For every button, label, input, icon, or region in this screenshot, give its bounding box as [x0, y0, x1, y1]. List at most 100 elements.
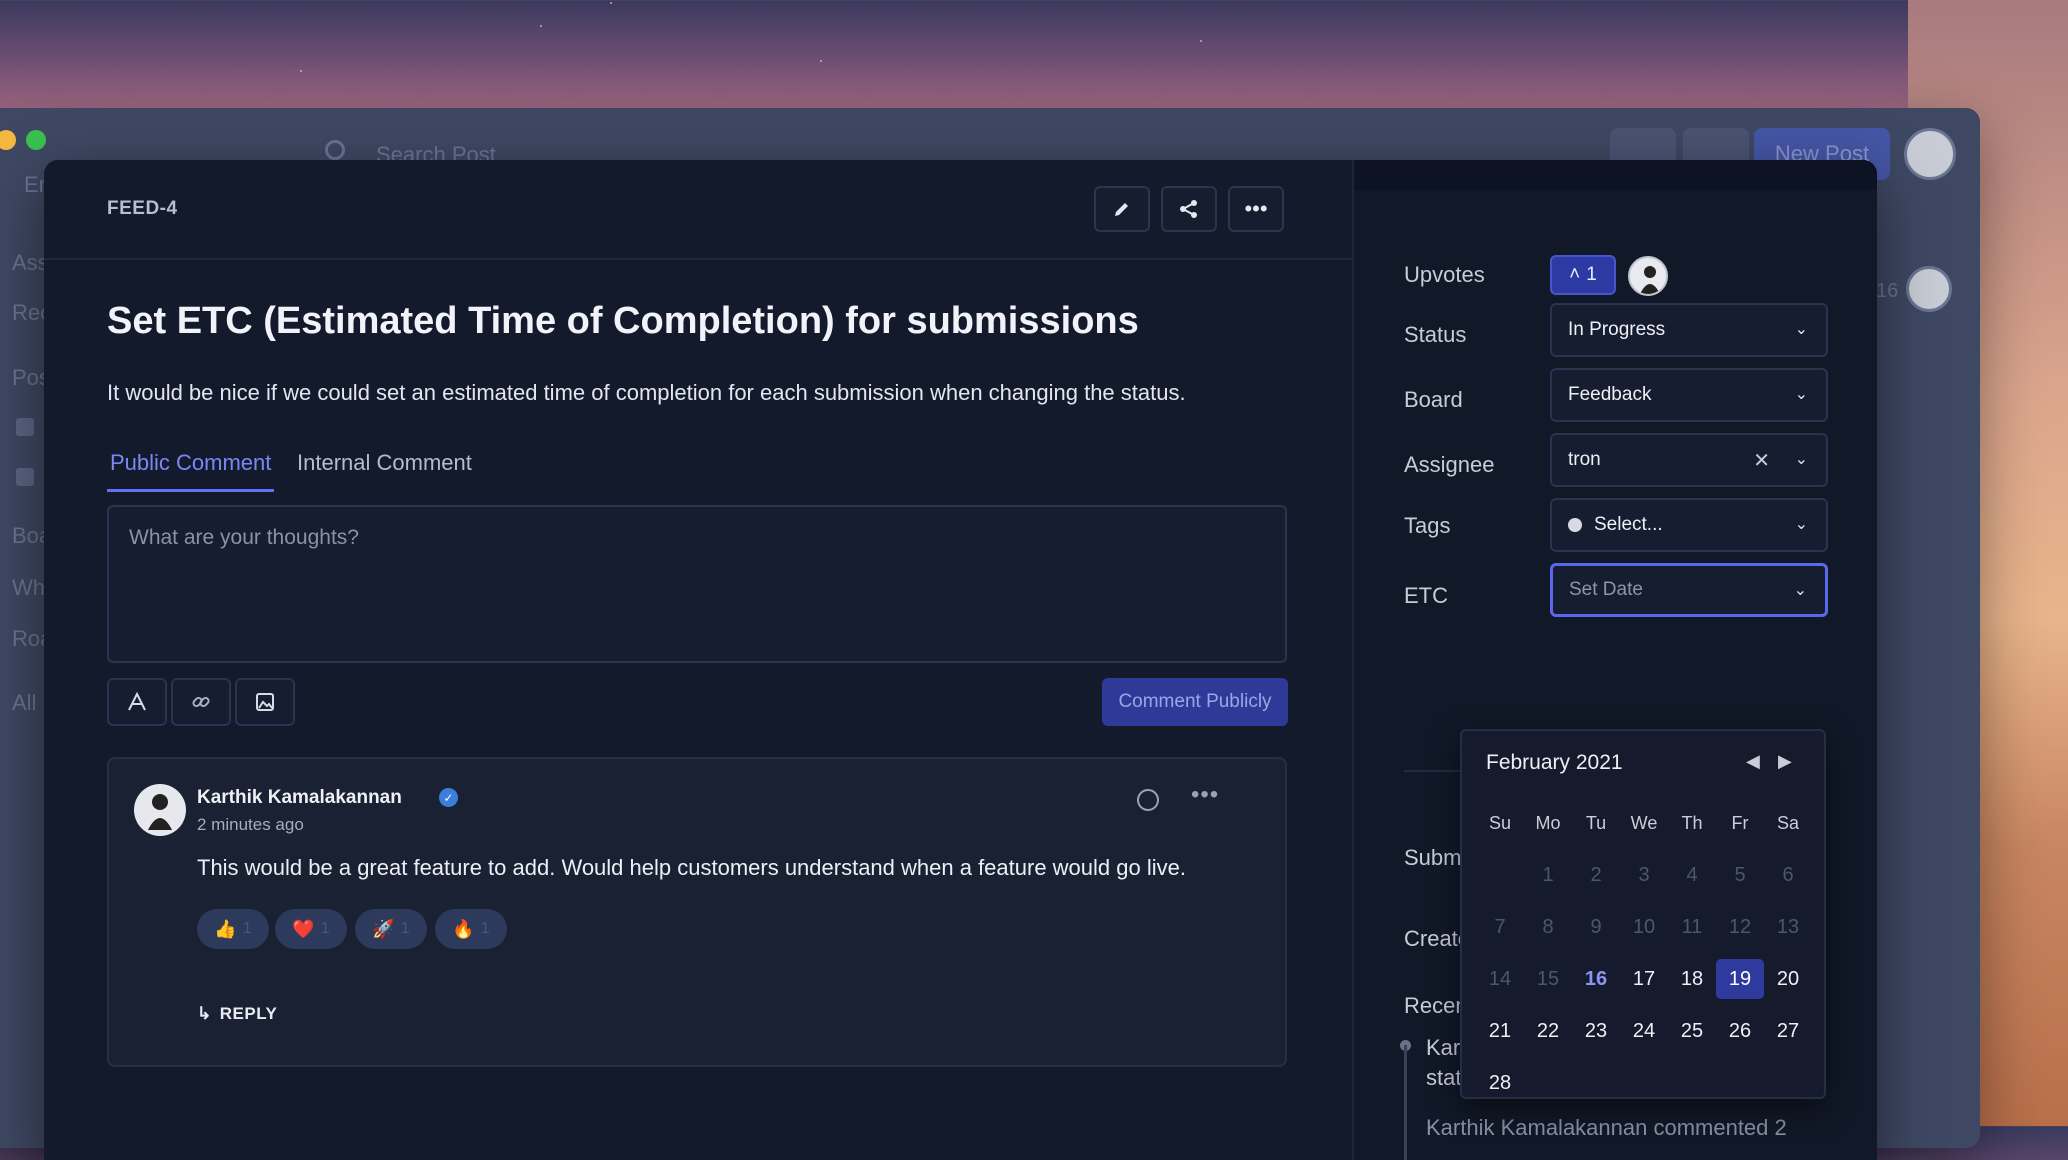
assignee-label: Assignee [1404, 452, 1495, 477]
clipboard-icon [16, 418, 34, 436]
share-button[interactable] [1161, 186, 1217, 232]
thumbs-up-icon: 👍 [214, 918, 237, 939]
commenter-avatar[interactable] [134, 784, 186, 836]
tab-internal-comment[interactable]: Internal Comment [297, 450, 472, 476]
calendar-day[interactable]: 27 [1764, 1011, 1812, 1051]
commenter-name[interactable]: Karthik Kamalakannan [197, 787, 402, 809]
calendar-weekday: Mo [1535, 812, 1561, 833]
calendar-day: 2 [1590, 863, 1602, 886]
link-icon [192, 696, 210, 708]
reaction-rocket[interactable]: 🚀 1 [355, 909, 427, 949]
comment-more-options-icon[interactable]: ••• [1191, 781, 1219, 809]
clear-icon[interactable]: ✕ [1753, 448, 1770, 473]
calendar-weekday: We [1630, 812, 1658, 833]
reply-arrow-icon: ↳ [197, 1004, 212, 1023]
more-options-button[interactable]: ••• [1228, 186, 1284, 232]
calendar-day: 4 [1686, 863, 1698, 886]
chevron-down-icon: ⌄ [1794, 516, 1808, 533]
reaction-count: 1 [242, 920, 252, 937]
calendar-day[interactable]: 28 [1476, 1063, 1524, 1103]
tags-select[interactable]: Select... ⌄ [1550, 498, 1828, 552]
calendar-day: 14 [1488, 967, 1512, 990]
calendar-day[interactable]: 18 [1668, 959, 1716, 999]
calendar-day[interactable]: 24 [1620, 1011, 1668, 1051]
search-icon [325, 140, 345, 160]
reaction-count: 1 [400, 920, 410, 937]
maximize-traffic-light[interactable] [26, 130, 46, 150]
previous-month-icon[interactable]: ◀ [1746, 751, 1760, 772]
reaction-heart[interactable]: ❤️ 1 [275, 909, 347, 949]
user-avatar[interactable] [1904, 128, 1956, 180]
calendar-day[interactable]: 25 [1668, 1011, 1716, 1051]
calendar-day: 9 [1590, 915, 1602, 938]
timeline-line [1404, 1045, 1407, 1160]
reply-button[interactable]: ↳ REPLY [197, 1004, 277, 1024]
pencil-icon [1115, 203, 1128, 216]
calendar-day: 15 [1536, 967, 1560, 990]
calendar-day[interactable]: 22 [1524, 1011, 1572, 1051]
calendar-day[interactable]: 20 [1764, 959, 1812, 999]
comment-text: This would be a great feature to add. Wo… [197, 855, 1186, 880]
calendar-day: 8 [1542, 915, 1554, 938]
calendar-day: 7 [1494, 915, 1506, 938]
calendar-day[interactable]: 17 [1620, 959, 1668, 999]
calendar-day[interactable]: 16 [1572, 959, 1620, 999]
reaction-fire[interactable]: 🔥 1 [435, 909, 507, 949]
upvote-count: 1 [1586, 264, 1597, 285]
board-value: Feedback [1568, 384, 1652, 405]
comment-card: Karthik Kamalakannan ✓ 2 minutes ago •••… [107, 757, 1287, 1067]
add-reaction-smiley-icon[interactable] [1137, 789, 1159, 811]
post-description: It would be nice if we could set an esti… [107, 380, 1186, 405]
calendar-day: 1 [1542, 863, 1554, 886]
comment-input[interactable] [127, 525, 1231, 551]
insert-image-button[interactable] [235, 678, 295, 726]
details-header-strip [1354, 160, 1877, 190]
calendar-day[interactable]: 23 [1572, 1011, 1620, 1051]
reaction-thumbs-up[interactable]: 👍 1 [197, 909, 269, 949]
header-divider [44, 258, 1352, 260]
tag-icon [16, 468, 34, 486]
next-month-icon[interactable]: ▶ [1778, 751, 1792, 772]
comment-composer[interactable] [107, 505, 1287, 663]
text-format-button[interactable] [107, 678, 167, 726]
upvotes-label: Upvotes [1404, 262, 1485, 287]
comment-publicly-button[interactable]: Comment Publicly [1102, 678, 1288, 726]
post-title: Set ETC (Estimated Time of Completion) f… [107, 300, 1139, 342]
tag-color-dot-icon [1568, 518, 1582, 532]
calendar-day: 13 [1776, 915, 1800, 938]
calendar-grid: Su Mo Tu We Th Fr Sa 1 2 3 4 5 6 7 8 9 10 11 12 13 14 15 16 17 1… [1476, 803, 1816, 1103]
sidebar-fragment: Er [24, 172, 46, 197]
share-icon [1180, 200, 1197, 218]
etc-label: ETC [1404, 583, 1448, 608]
upvote-button[interactable]: ˄ 1 [1550, 255, 1616, 295]
activity-partial: stat [1426, 1065, 1462, 1090]
etc-date-picker[interactable]: Set Date ⌄ [1550, 563, 1828, 617]
insert-link-button[interactable] [171, 678, 231, 726]
tags-label: Tags [1404, 513, 1451, 538]
chevron-down-icon: ⌄ [1793, 582, 1807, 599]
calendar-weekday: Su [1488, 812, 1512, 833]
comment-timestamp: 2 minutes ago [197, 815, 304, 834]
edit-button[interactable] [1094, 186, 1150, 232]
activity-partial: Karthik Kamalakannan commented 2 [1426, 1115, 1787, 1140]
assignee-select[interactable]: tron ✕ ⌄ [1550, 433, 1828, 487]
list-avatar [1906, 266, 1952, 312]
status-value: In Progress [1568, 319, 1666, 340]
tags-placeholder: Select... [1594, 514, 1663, 535]
etc-placeholder: Set Date [1569, 579, 1643, 600]
calendar-weekday: Sa [1776, 812, 1800, 833]
more-horizontal-icon: ••• [1244, 196, 1268, 221]
sidebar-fragment: Wh [12, 575, 45, 600]
tab-public-comment[interactable]: Public Comment [110, 450, 271, 476]
calendar-day: 12 [1728, 915, 1752, 938]
board-select[interactable]: Feedback ⌄ [1550, 368, 1828, 422]
upvoter-avatar[interactable] [1628, 256, 1668, 296]
calendar-day[interactable]: 21 [1476, 1011, 1524, 1051]
calendar-day[interactable]: 19 [1716, 959, 1764, 999]
image-icon [256, 693, 274, 711]
calendar-day[interactable]: 26 [1716, 1011, 1764, 1051]
status-select[interactable]: In Progress ⌄ [1550, 303, 1828, 357]
calendar-weekday: Tu [1585, 812, 1607, 833]
date-picker-calendar: February 2021 ◀ ▶ Su Mo Tu We Th Fr Sa 1 2 3 4 5 6 7 8… [1460, 729, 1826, 1099]
recent-activity-label-partial: Recen [1404, 993, 1468, 1018]
